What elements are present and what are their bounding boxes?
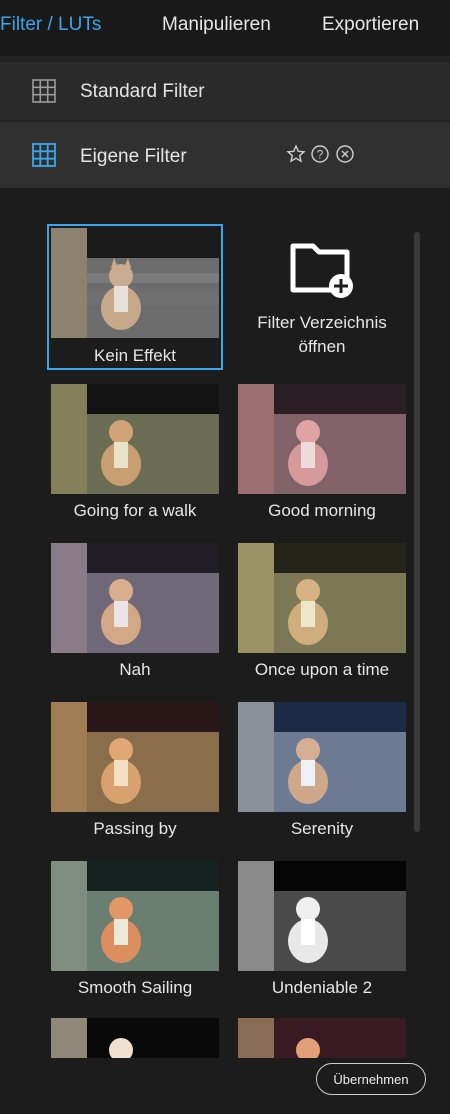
thumbnail: [51, 702, 219, 812]
filter-thumb-serenity[interactable]: Serenity: [238, 702, 406, 839]
star-icon[interactable]: [286, 144, 306, 164]
folder-add-icon: [290, 243, 353, 298]
grid-icon: [32, 143, 56, 167]
filter-name: Kein Effekt: [94, 346, 176, 365]
filter-thumb-good-morning[interactable]: Good morning: [238, 384, 406, 521]
filter-name: Nah: [119, 660, 151, 679]
filter-thumb-undeniable-2[interactable]: Undeniable 2: [238, 861, 406, 998]
filter-name: Going for a walk: [73, 501, 197, 520]
tab-exportieren[interactable]: Exportieren: [322, 14, 419, 36]
filter-thumb-partial[interactable]: [238, 1018, 406, 1058]
thumbnail: [238, 384, 406, 494]
filter-name: Once upon a time: [254, 660, 390, 679]
thumbnail: [238, 861, 406, 971]
scrollbar[interactable]: [414, 232, 420, 832]
filter-thumb-going-for-a-walk[interactable]: Going for a walk: [51, 384, 219, 521]
thumbnail: [238, 702, 406, 812]
filter-name: Passing by: [93, 819, 177, 838]
section-standard-filter[interactable]: Standard Filter: [0, 62, 450, 120]
filter-name: Smooth Sailing: [77, 978, 193, 997]
grid-icon: [32, 79, 56, 103]
filter-thumb-kein-effekt[interactable]: Kein Effekt: [47, 224, 223, 370]
thumbnail: [51, 543, 219, 653]
thumbnail: [51, 384, 219, 494]
section-label: Standard Filter: [80, 81, 205, 102]
section-actions: ?: [286, 144, 355, 169]
filter-name: Serenity: [290, 819, 354, 838]
help-icon[interactable]: ?: [310, 144, 330, 164]
svg-text:?: ?: [317, 148, 324, 162]
filter-thumb-passing-by[interactable]: Passing by: [51, 702, 219, 839]
top-tab-bar: Filter / LUTs Manipulieren Exportieren: [0, 0, 450, 56]
section-label: Eigene Filter: [80, 146, 187, 167]
tab-manipulieren[interactable]: Manipulieren: [162, 14, 271, 36]
filter-thumb-once-upon-a-time[interactable]: Once upon a time: [238, 543, 406, 680]
filter-name: Good morning: [268, 501, 376, 520]
open-filter-folder-button[interactable]: Filter Verzeichnis öffnen: [238, 228, 406, 372]
thumbnail: [51, 228, 219, 338]
filter-thumb-partial[interactable]: [51, 1018, 219, 1058]
thumbnail: [238, 543, 406, 653]
apply-button[interactable]: Übernehmen: [316, 1063, 426, 1095]
close-circle-icon[interactable]: [335, 144, 355, 164]
filter-thumb-smooth-sailing[interactable]: Smooth Sailing: [51, 861, 219, 998]
tab-filter-luts[interactable]: Filter / LUTs: [0, 14, 101, 36]
folder-label-line2: öffnen: [298, 337, 346, 356]
folder-label: Filter Verzeichnis öffnen: [238, 311, 406, 359]
filter-thumb-nah[interactable]: Nah: [51, 543, 219, 680]
section-eigene-filter[interactable]: Eigene Filter ?: [0, 122, 450, 188]
folder-label-line1: Filter Verzeichnis: [257, 313, 387, 332]
filter-name: Undeniable 2: [271, 978, 373, 997]
thumbnail: [51, 861, 219, 971]
